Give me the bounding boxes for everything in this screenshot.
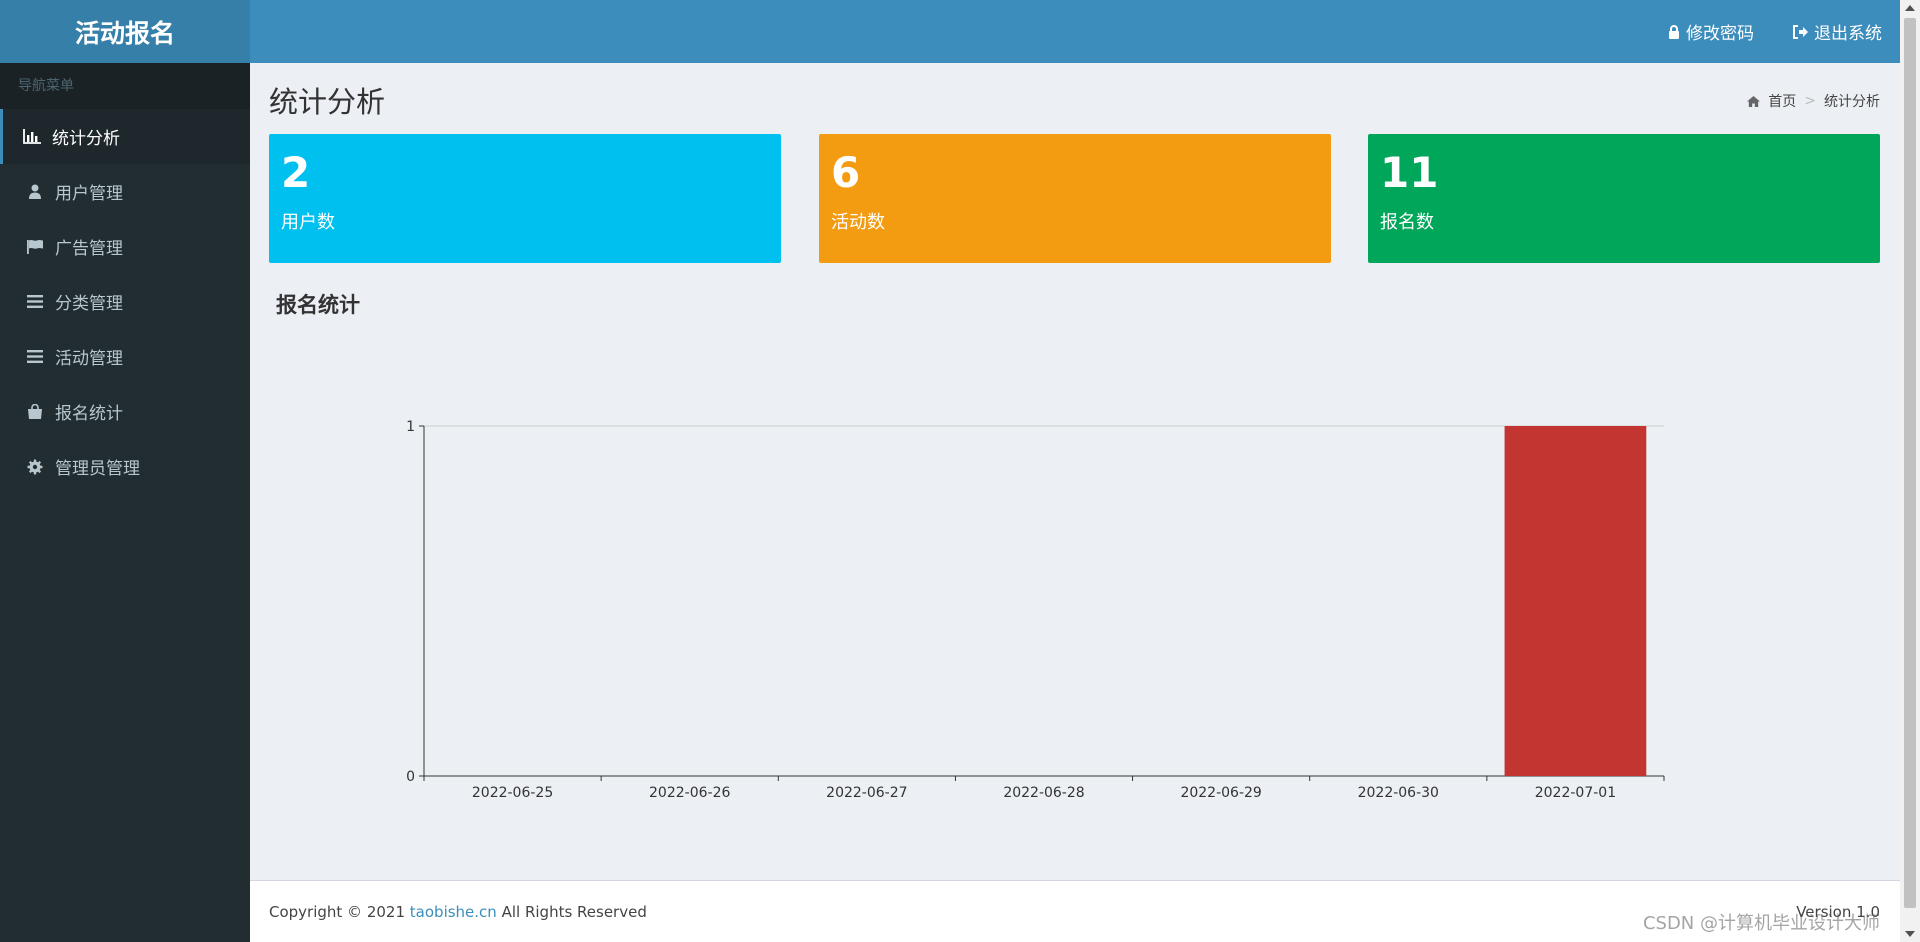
sidebar-item-users[interactable]: 用户管理 [0, 164, 250, 219]
x-tick-label: 2022-06-25 [472, 785, 553, 801]
sidebar-item-categories[interactable]: 分类管理 [0, 274, 250, 329]
x-tick-label: 2022-07-01 [1535, 785, 1616, 801]
x-tick-label: 2022-06-27 [826, 785, 907, 801]
change-password-link[interactable]: 修改密码 [1668, 19, 1754, 44]
stat-value: 11 [1380, 148, 1439, 197]
sidebar-item-label: 报名统计 [55, 404, 123, 424]
shopping-bag-icon [25, 403, 45, 421]
stat-value: 6 [831, 148, 861, 197]
user-icon [25, 183, 45, 201]
stat-label: 用户数 [281, 212, 335, 233]
chart-heading: 报名统计 [276, 293, 360, 317]
breadcrumb: 首页 > 统计分析 [1747, 91, 1880, 111]
registration-bar-chart: 0 1 2022-06-25 2022-06-26 2022-06-27 2022-06-… [406, 419, 1665, 801]
page-title: 统计分析 [269, 85, 386, 119]
gear-icon [25, 458, 45, 476]
stat-box-users: 2 用户数 [269, 134, 781, 263]
lock-icon [1669, 24, 1679, 39]
watermark: CSDN @计算机毕业设计大师 [1642, 913, 1880, 934]
sidebar-item-activities[interactable]: 活动管理 [0, 329, 250, 384]
sidebar-item-label: 活动管理 [55, 349, 123, 369]
breadcrumb-home[interactable]: 首页 [1747, 91, 1796, 111]
stat-label: 活动数 [831, 212, 885, 233]
flag-icon [25, 238, 45, 256]
y-tick-label: 1 [406, 419, 415, 435]
copyright: Copyright © 2021 taobishe.cn All Rights … [269, 903, 647, 921]
breadcrumb-home-label: 首页 [1768, 94, 1797, 110]
stat-box-registrations: 11 报名数 [1368, 134, 1880, 263]
sidebar-item-statistics[interactable]: 统计分析 [0, 109, 250, 164]
stat-label: 报名数 [1380, 212, 1434, 233]
sidebar-item-label: 管理员管理 [55, 459, 140, 479]
x-tick-label: 2022-06-28 [1003, 785, 1084, 801]
sidebar-item-ads[interactable]: 广告管理 [0, 219, 250, 274]
copyright-suffix: All Rights Reserved [501, 902, 647, 921]
footer-link[interactable]: taobishe.cn [410, 903, 497, 921]
sidebar-menu-header: 导航菜单 [0, 63, 250, 109]
app-logo[interactable]: 活动报名 [0, 0, 250, 63]
main-content: 统计分析 首页 > 统计分析 2 用户数 6 活动数 11 报名数 报名统计 0… [250, 63, 1900, 880]
sign-out-icon [1793, 24, 1808, 39]
stat-value: 2 [281, 148, 311, 197]
vertical-scrollbar[interactable] [1900, 0, 1920, 942]
copyright-prefix: Copyright © 2021 [269, 902, 406, 921]
breadcrumb-current: 统计分析 [1824, 94, 1880, 110]
breadcrumb-separator: > [1804, 93, 1816, 109]
bar [1504, 426, 1647, 776]
x-tick-label: 2022-06-30 [1358, 785, 1439, 801]
logout-label: 退出系统 [1814, 24, 1882, 44]
list-icon [25, 293, 45, 311]
sidebar-item-label: 统计分析 [52, 129, 120, 149]
x-tick-label: 2022-06-26 [649, 785, 730, 801]
sidebar-item-admins[interactable]: 管理员管理 [0, 439, 250, 494]
sidebar-item-label: 广告管理 [55, 239, 123, 259]
home-icon [1747, 95, 1761, 107]
scroll-up-arrow[interactable] [1905, 5, 1915, 11]
scrollbar-thumb[interactable] [1904, 18, 1916, 908]
y-tick-label: 0 [406, 769, 415, 785]
sidebar: 导航菜单 统计分析 用户管理 广告管理 分类管理 活动管理 报名统计 管理员管理 [0, 63, 250, 942]
scroll-down-arrow[interactable] [1905, 931, 1915, 937]
sidebar-item-label: 分类管理 [55, 294, 123, 314]
top-navbar: 修改密码 退出系统 [250, 0, 1900, 63]
bar-chart-icon [22, 128, 42, 146]
stat-box-activities: 6 活动数 [819, 134, 1331, 263]
x-tick-label: 2022-06-29 [1180, 785, 1261, 801]
sidebar-item-label: 用户管理 [55, 184, 123, 204]
list-icon [25, 348, 45, 366]
change-password-label: 修改密码 [1686, 24, 1754, 44]
sidebar-item-registration-stats[interactable]: 报名统计 [0, 384, 250, 439]
logout-link[interactable]: 退出系统 [1792, 19, 1882, 44]
